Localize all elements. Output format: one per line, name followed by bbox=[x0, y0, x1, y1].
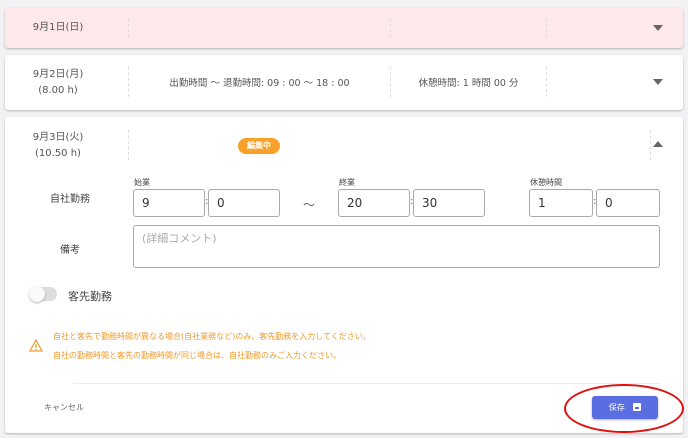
day-row-sep3-expanded: 9月3日(火) (10.50 h) 編集中 bbox=[5, 117, 683, 433]
end-label: 終業 bbox=[339, 178, 355, 187]
start-hour-input[interactable]: 9 bbox=[133, 189, 205, 217]
own-work-label: 自社勤務 bbox=[50, 194, 90, 205]
break-time: 休憩時間: 1 時間 00 分 bbox=[418, 78, 519, 89]
break-label: 休憩時間 bbox=[530, 178, 562, 187]
day-date: 9月2日(月) bbox=[32, 69, 84, 80]
highlight-ellipse bbox=[564, 384, 684, 433]
day-hours: (10.50 h) bbox=[35, 148, 81, 159]
break-hour-input[interactable]: 1 bbox=[529, 189, 593, 217]
warning-line: 自社の勤務時間と客先の勤務時間が同じ場合は、自社勤務のみご入力ください。 bbox=[53, 351, 341, 360]
start-label: 始業 bbox=[134, 178, 150, 187]
cancel-button[interactable]: キャンセル bbox=[44, 402, 84, 413]
chevron-down-icon[interactable] bbox=[653, 79, 663, 85]
day-hours: (8.00 h) bbox=[38, 85, 78, 96]
note-textarea[interactable]: (詳細コメント) bbox=[133, 225, 660, 268]
day-date: 9月3日(火) bbox=[32, 132, 84, 143]
tilde: 〜 bbox=[303, 198, 316, 212]
divider bbox=[546, 67, 547, 97]
divider bbox=[650, 130, 651, 160]
client-work-toggle[interactable] bbox=[29, 286, 57, 302]
start-minute-input[interactable]: 0 bbox=[208, 189, 280, 217]
warning-line: 自社と客先で勤務時間が異なる場合(自社業務など)のみ、客先勤務を入力してください… bbox=[53, 332, 371, 341]
day-row-sep1[interactable]: 9月1日(日) bbox=[5, 8, 683, 48]
warning-icon bbox=[29, 339, 43, 352]
divider bbox=[546, 18, 547, 38]
editing-badge: 編集中 bbox=[238, 138, 280, 154]
divider bbox=[128, 130, 129, 160]
client-work-label: 客先勤務 bbox=[68, 290, 112, 303]
day-date: 9月1日(日) bbox=[32, 22, 84, 33]
day-row-sep2[interactable]: 9月2日(月) (8.00 h) 出勤時間 〜 退勤時間: 09 : 00 〜 … bbox=[5, 55, 683, 110]
divider bbox=[73, 383, 660, 384]
divider bbox=[128, 18, 129, 38]
chevron-up-icon[interactable] bbox=[653, 141, 663, 147]
toggle-knob bbox=[29, 286, 45, 302]
end-minute-input[interactable]: 30 bbox=[413, 189, 485, 217]
break-minute-input[interactable]: 0 bbox=[596, 189, 660, 217]
chevron-down-icon[interactable] bbox=[653, 25, 663, 31]
note-label: 備考 bbox=[60, 245, 80, 256]
end-hour-input[interactable]: 20 bbox=[338, 189, 410, 217]
work-time: 出勤時間 〜 退勤時間: 09 : 00 〜 18 : 00 bbox=[169, 78, 350, 89]
divider bbox=[390, 18, 391, 38]
